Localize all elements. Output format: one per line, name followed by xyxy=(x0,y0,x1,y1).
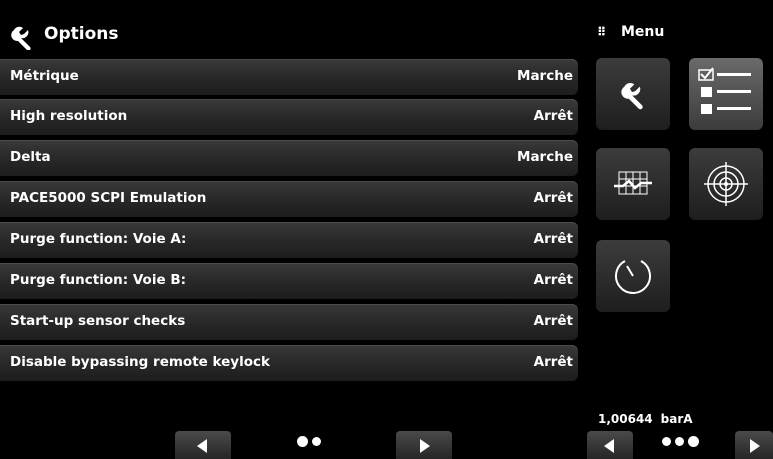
page-dot xyxy=(662,437,671,446)
option-value: Arrêt xyxy=(533,190,573,206)
gauge-tile[interactable] xyxy=(596,240,670,312)
option-label: Purge function: Voie A: xyxy=(10,231,187,247)
grip-icon: ⠿ xyxy=(597,25,607,39)
option-value: Arrêt xyxy=(533,231,573,247)
option-row[interactable]: Métrique Marche xyxy=(0,59,578,95)
page-dot xyxy=(297,436,308,447)
gauge-icon xyxy=(615,260,651,294)
option-value: Marche xyxy=(517,68,573,84)
option-row[interactable]: Start-up sensor checks Arrêt xyxy=(0,304,578,340)
page-title: Options xyxy=(44,24,119,44)
target-tile[interactable] xyxy=(689,148,763,220)
menu-page-indicator xyxy=(662,436,699,447)
page-dot xyxy=(688,436,699,447)
option-row[interactable]: PACE5000 SCPI Emulation Arrêt xyxy=(0,181,578,217)
option-label: PACE5000 SCPI Emulation xyxy=(10,190,207,206)
arrow-left-icon xyxy=(604,439,614,453)
option-row[interactable]: Delta Marche xyxy=(0,140,578,176)
menu-prev-page-button[interactable] xyxy=(587,431,633,459)
wrench-icon xyxy=(11,26,31,50)
target-icon xyxy=(704,162,748,206)
pressure-reading: 1,00644 barA xyxy=(598,412,693,426)
arrow-right-icon xyxy=(420,439,430,453)
option-label: Start-up sensor checks xyxy=(10,313,186,329)
menu-next-page-button[interactable] xyxy=(735,431,773,459)
option-value: Arrêt xyxy=(533,313,573,329)
options-page-indicator xyxy=(297,436,321,447)
chart-icon xyxy=(614,171,652,195)
page-dot xyxy=(675,437,684,446)
option-row[interactable]: Disable bypassing remote keylock Arrêt xyxy=(0,345,578,381)
reading-value: 1,00644 xyxy=(598,412,653,426)
option-row[interactable]: Purge function: Voie B: Arrêt xyxy=(0,263,578,299)
options-list-tile[interactable] xyxy=(689,58,763,130)
option-label: Métrique xyxy=(10,68,79,84)
menu-title: Menu xyxy=(621,24,665,40)
option-row[interactable]: Purge function: Voie A: Arrêt xyxy=(0,222,578,258)
option-label: Purge function: Voie B: xyxy=(10,272,187,288)
chart-tile[interactable] xyxy=(596,148,670,220)
options-next-page-button[interactable] xyxy=(396,431,452,459)
option-value: Marche xyxy=(517,149,573,165)
page-dot xyxy=(312,437,321,446)
option-label: High resolution xyxy=(10,108,128,124)
options-header: Options xyxy=(0,18,580,56)
checklist-icon xyxy=(698,67,751,114)
option-value: Arrêt xyxy=(533,272,573,288)
wrench-icon xyxy=(621,83,643,110)
options-prev-page-button[interactable] xyxy=(175,431,231,459)
option-row[interactable]: High resolution Arrêt xyxy=(0,99,578,135)
option-label: Disable bypassing remote keylock xyxy=(10,354,270,370)
reading-unit: barA xyxy=(660,412,693,426)
settings-tile[interactable] xyxy=(596,58,670,130)
option-value: Arrêt xyxy=(533,354,573,370)
arrow-right-icon xyxy=(750,439,760,453)
arrow-left-icon xyxy=(197,439,207,453)
option-label: Delta xyxy=(10,149,51,165)
menu-header: ⠿ Menu xyxy=(597,24,664,40)
option-value: Arrêt xyxy=(533,108,573,124)
